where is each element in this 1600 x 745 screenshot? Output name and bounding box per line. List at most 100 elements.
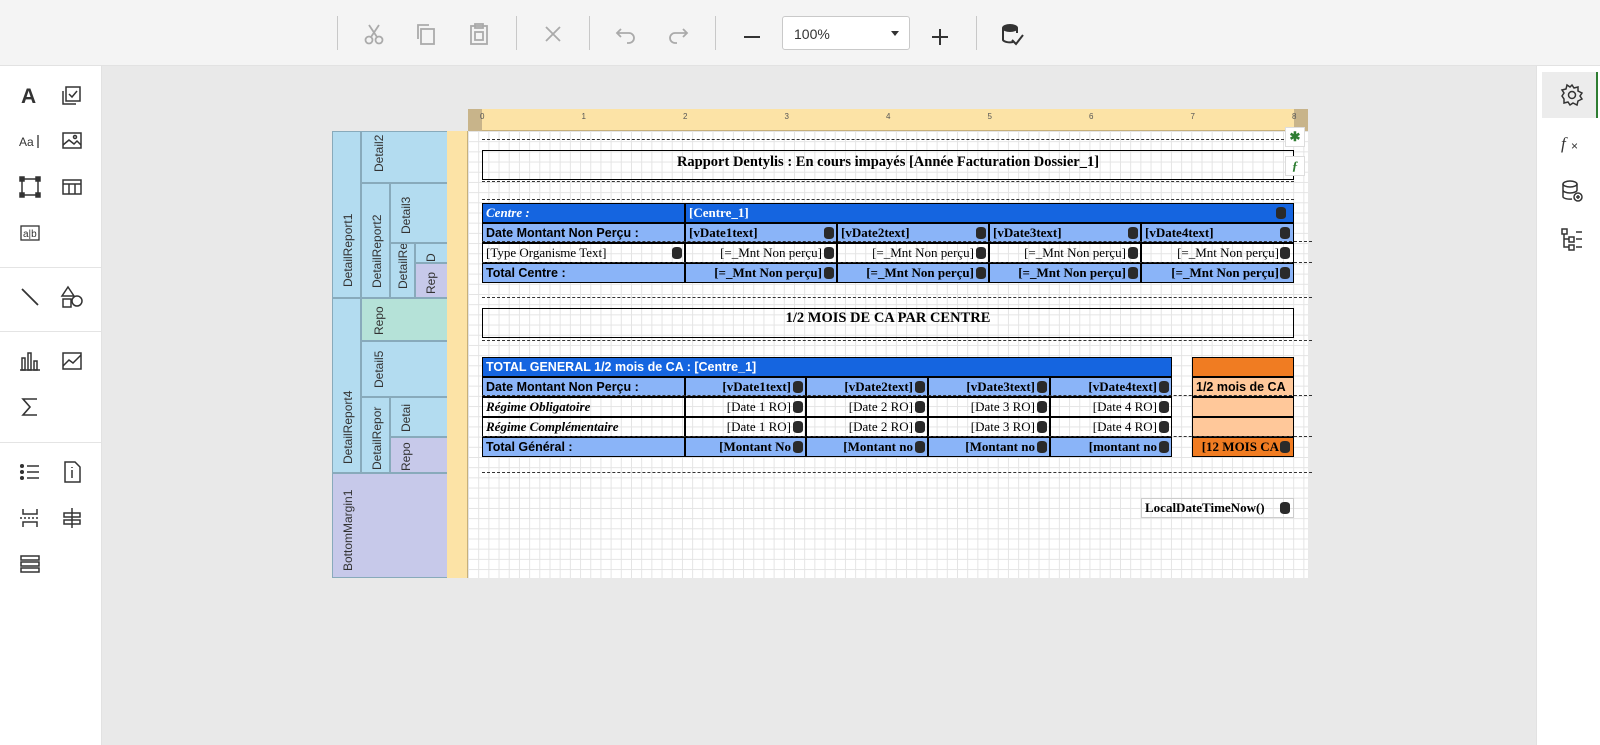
vdate2-cell-2[interactable]: [vDate2text] [806, 377, 928, 397]
vdate4-cell-2[interactable]: [vDate4text] [1050, 377, 1172, 397]
shape-icon[interactable] [59, 284, 85, 310]
mnt-cell[interactable]: [=_Mnt Non perçu] [989, 243, 1141, 263]
montant2-cell[interactable]: [Montant no [806, 437, 928, 457]
undo-icon[interactable] [613, 21, 639, 47]
band-label: BottomMargin1 [341, 489, 355, 571]
total-general-label[interactable]: Total Général : [482, 437, 685, 457]
char-comb-icon[interactable]: a|b [17, 220, 43, 246]
band-detai[interactable]: Detai [390, 397, 449, 437]
line-icon[interactable] [17, 284, 43, 310]
band-d[interactable]: D [415, 243, 449, 263]
date-label-2[interactable]: Date Montant Non Perçu : [482, 377, 685, 397]
date2-ro[interactable]: [Date 2 RO] [806, 397, 928, 417]
panel-icon[interactable] [17, 174, 43, 200]
orange-header-cell[interactable] [1192, 357, 1294, 377]
mnt-cell[interactable]: [=_Mnt Non perçu] [837, 243, 989, 263]
summary-icon[interactable] [17, 394, 43, 420]
band-bottommargin1[interactable]: BottomMargin1 [332, 473, 449, 578]
validate-icon[interactable] [999, 21, 1025, 47]
mnt-cell[interactable]: [=_Mnt Non perçu] [1141, 243, 1294, 263]
date1-rc[interactable]: [Date 1 RO] [685, 417, 806, 437]
band-detail5[interactable]: Detail5 [361, 341, 449, 397]
vdate3-cell-2[interactable]: [vDate3text] [928, 377, 1050, 397]
date2-rc[interactable]: [Date 2 RO] [806, 417, 928, 437]
zoom-out-icon[interactable] [739, 21, 765, 47]
orange-cell[interactable] [1192, 417, 1294, 437]
total-centre-label[interactable]: Total Centre : [482, 263, 685, 283]
band-repo[interactable]: Repo [361, 298, 449, 341]
vdate4-cell[interactable]: [vDate4text] [1141, 223, 1294, 243]
page-info-icon[interactable] [59, 459, 85, 485]
design-surface[interactable]: DetailReport1 Detail2 DetailReport2 Deta… [102, 66, 1536, 745]
picture-icon[interactable] [59, 128, 85, 154]
band-settings-icon[interactable]: ✱ [1285, 127, 1305, 147]
ruler-tick-label: 1 [581, 112, 586, 121]
centre-label[interactable]: Centre : [482, 203, 685, 223]
date1-ro[interactable]: [Date 1 RO] [685, 397, 806, 417]
vdate2-cell[interactable]: [vDate2text] [837, 223, 989, 243]
rich-text-icon[interactable]: Aa [17, 128, 43, 154]
toolbox-separator [0, 267, 101, 268]
local-date-cell[interactable]: LocalDateTimeNow() [1141, 498, 1294, 518]
band-detail2[interactable]: Detail2 [361, 131, 449, 183]
database-icon [1159, 401, 1169, 413]
montant1-cell[interactable]: [Montant No [685, 437, 806, 457]
date-label[interactable]: Date Montant Non Perçu : [482, 223, 685, 243]
sparkline-icon[interactable] [59, 348, 85, 374]
report-explorer-icon[interactable] [1559, 226, 1585, 252]
total-mnt-cell[interactable]: [=_Mnt Non perçu] [989, 263, 1141, 283]
band-rep[interactable]: Rep [415, 263, 449, 298]
montant4-cell[interactable]: [montant no [1050, 437, 1172, 457]
delete-icon[interactable] [540, 21, 566, 47]
cut-icon[interactable] [361, 21, 387, 47]
centre-value[interactable]: [Centre_1] [685, 203, 1294, 223]
copy-icon[interactable] [413, 21, 439, 47]
orange-cell[interactable] [1192, 397, 1294, 417]
report-page[interactable]: Rapport Dentylis : En cours impayés [Ann… [468, 131, 1312, 578]
table-of-contents-icon[interactable] [17, 551, 43, 577]
band-detailreport4[interactable]: DetailReport4 [332, 298, 361, 473]
date4-rc[interactable]: [Date 4 RO] [1050, 417, 1172, 437]
regime-complementaire[interactable]: Régime Complémentaire [482, 417, 685, 437]
zoom-select[interactable]: 100% [782, 16, 910, 50]
mnt-cell[interactable]: [=_Mnt Non perçu] [685, 243, 837, 263]
zoom-in-icon[interactable] [927, 21, 953, 47]
regime-obligatoire[interactable]: Régime Obligatoire [482, 397, 685, 417]
date3-rc[interactable]: [Date 3 RO] [928, 417, 1050, 437]
vdate1-cell-2[interactable]: [vDate1text] [685, 377, 806, 397]
half-month-title[interactable]: 1/2 MOIS DE CA PAR CENTRE [482, 308, 1294, 338]
total-general-header[interactable]: TOTAL GENERAL 1/2 mois de CA : [Centre_1… [482, 357, 1172, 377]
total-mnt-cell[interactable]: [=_Mnt Non perçu] [837, 263, 989, 283]
cross-band-icon[interactable] [59, 505, 85, 531]
band-detail3[interactable]: Detail3 [390, 183, 449, 243]
twelve-mois-cell[interactable]: [12 MOIS CA [1192, 437, 1294, 457]
paste-icon[interactable] [466, 21, 492, 47]
half-ca-label[interactable]: 1/2 mois de CA [1192, 377, 1294, 397]
band-detailre[interactable]: DetailRe [390, 243, 415, 298]
montant3-cell[interactable]: [Montant no [928, 437, 1050, 457]
page-break-icon[interactable] [17, 505, 43, 531]
total-mnt-cell[interactable]: [=_Mnt Non perçu] [685, 263, 837, 283]
band-repo2[interactable]: Repo [390, 437, 449, 473]
report-title[interactable]: Rapport Dentylis : En cours impayés [Ann… [482, 150, 1294, 180]
band-detailreport2[interactable]: DetailReport2 [361, 183, 390, 298]
gear-icon[interactable] [1559, 82, 1585, 108]
vdate1-cell[interactable]: [vDate1text] [685, 223, 837, 243]
checkbox-icon[interactable] [59, 82, 85, 108]
expression-icon[interactable]: ƒ [1285, 156, 1305, 176]
list-icon[interactable] [17, 459, 43, 485]
total-mnt-cell[interactable]: [=_Mnt Non perçu] [1141, 263, 1294, 283]
add-datasource-icon[interactable] [1559, 178, 1585, 204]
date3-ro[interactable]: [Date 3 RO] [928, 397, 1050, 417]
vdate3-cell[interactable]: [vDate3text] [989, 223, 1141, 243]
table-icon[interactable] [59, 174, 85, 200]
database-icon [915, 381, 925, 393]
function-icon[interactable]: f × [1559, 130, 1585, 156]
band-detailrepor[interactable]: DetailRepor [361, 397, 390, 473]
chart-icon[interactable] [17, 348, 43, 374]
type-organisme-cell[interactable]: [Type Organisme Text] [482, 243, 685, 263]
date4-ro[interactable]: [Date 4 RO] [1050, 397, 1172, 417]
redo-icon[interactable] [665, 21, 691, 47]
label-icon[interactable]: A [17, 82, 43, 108]
band-detailreport1[interactable]: DetailReport1 [332, 131, 361, 298]
